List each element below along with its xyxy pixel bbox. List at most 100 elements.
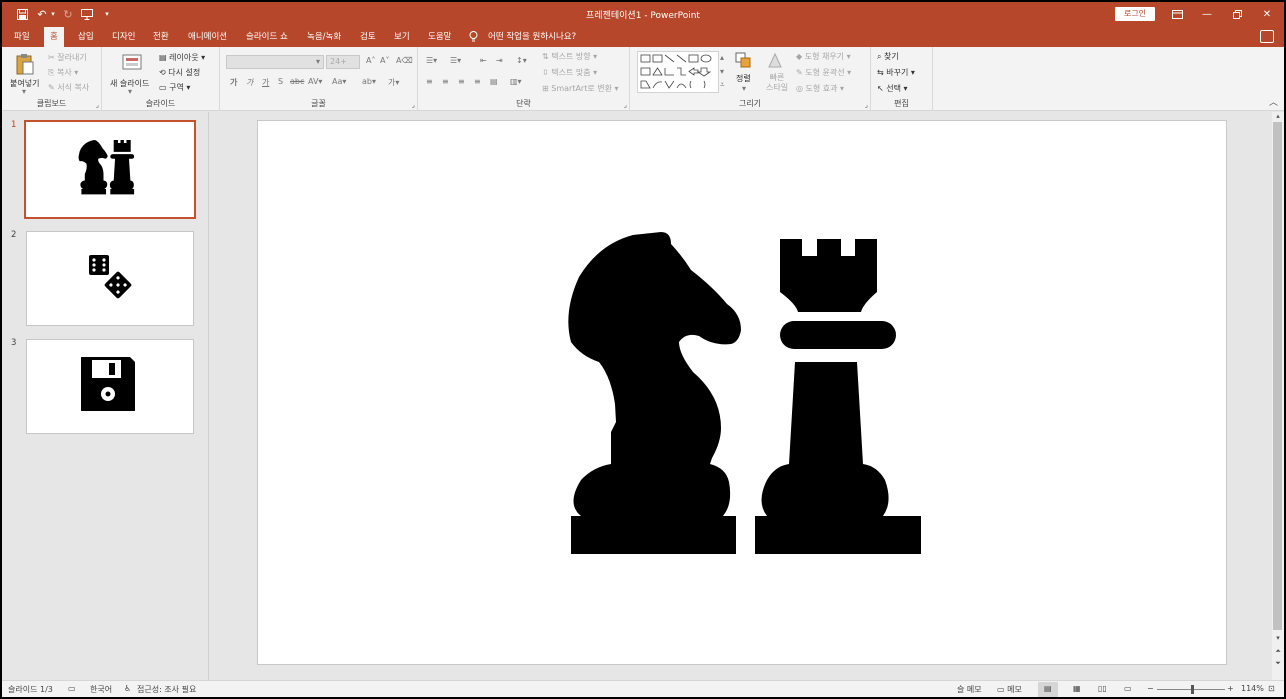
smartart-button[interactable]: ⊞ SmartArt로 변환 ▾ (542, 83, 619, 94)
tab-recording[interactable]: 녹음/녹화 (307, 27, 341, 47)
align-left-icon[interactable]: ≡ (426, 77, 433, 86)
select-button[interactable]: ↖ 선택 ▾ (877, 83, 908, 94)
font-launcher-icon[interactable]: ⌟ (412, 101, 415, 109)
slide-thumbnail-1[interactable] (24, 120, 196, 219)
normal-view-icon[interactable]: ▤ (1038, 682, 1058, 697)
tab-transitions[interactable]: 전환 (153, 27, 169, 47)
cut-button[interactable]: ✂ 잘라내기 (48, 52, 87, 63)
close-icon[interactable]: ✕ (1252, 2, 1282, 27)
previous-slide-icon[interactable]: ⏶ (1273, 647, 1283, 656)
tab-view[interactable]: 보기 (394, 27, 410, 47)
paste-button[interactable]: 붙여넣기 ▾ (8, 51, 40, 97)
shapes-scroll-down-icon[interactable]: ▾ (720, 67, 724, 76)
shapes-gallery[interactable] (637, 51, 719, 93)
comments-button[interactable]: ▭ 메모 (997, 684, 1022, 695)
zoom-out-icon[interactable]: − (1147, 684, 1154, 693)
slide-show-icon[interactable]: ▭ (1124, 684, 1132, 693)
arrange-button[interactable]: 정렬 ▾ (732, 51, 758, 97)
restore-icon[interactable] (1222, 2, 1252, 27)
shape-fill-button[interactable]: ◆ 도형 채우기 ▾ (796, 51, 851, 62)
accessibility-icon[interactable]: ♿ (124, 684, 131, 693)
text-direction-button[interactable]: ⇅ 텍스트 방향 ▾ (542, 51, 597, 62)
align-right-icon[interactable]: ≡ (458, 77, 465, 86)
zoom-in-icon[interactable]: + (1227, 684, 1234, 693)
strikethrough-icon[interactable]: abc (290, 77, 304, 86)
zoom-slider-handle[interactable] (1191, 685, 1194, 694)
shapes-scroll-up-icon[interactable]: ▴ (720, 53, 724, 62)
decrease-indent-icon[interactable]: ⇤ (480, 56, 487, 65)
tell-me-search[interactable]: 어떤 작업을 원하시나요? (488, 27, 576, 47)
tab-help[interactable]: 도움말 (428, 27, 451, 47)
chess-knight-rook-icon[interactable] (258, 121, 1228, 666)
scrollbar-thumb[interactable] (1273, 122, 1282, 630)
scroll-down-icon[interactable]: ▾ (1273, 634, 1283, 642)
slide-sorter-icon[interactable]: ▦ (1073, 684, 1081, 693)
tab-file[interactable]: 파일 (14, 27, 30, 47)
increase-indent-icon[interactable]: ⇥ (496, 56, 503, 65)
font-size-combo[interactable]: 24+ (326, 55, 360, 69)
slide-thumbnail-2[interactable] (26, 231, 194, 326)
bold-icon[interactable]: 가 (230, 77, 237, 88)
drawing-launcher-icon[interactable]: ⌟ (865, 101, 868, 109)
tab-home[interactable]: 홈 (44, 27, 64, 47)
slide-thumbnail-3[interactable] (26, 339, 194, 434)
format-painter-button[interactable]: ✎ 서식 복사 (48, 82, 89, 93)
paste-dropdown-icon: ▾ (22, 87, 27, 96)
tab-design[interactable]: 디자인 (112, 27, 135, 47)
tab-animations[interactable]: 애니메이션 (188, 27, 227, 47)
zoom-level[interactable]: 114% (1241, 684, 1264, 693)
login-button[interactable]: 로그인 (1115, 7, 1155, 21)
scroll-up-icon[interactable]: ▴ (1273, 112, 1283, 120)
spell-check-icon[interactable]: ▭ (68, 684, 76, 693)
align-center-icon[interactable]: ≡ (442, 77, 449, 86)
underline-icon[interactable]: 가 (262, 77, 269, 88)
columns-icon[interactable]: ▥▾ (510, 77, 522, 86)
accessibility-status[interactable]: 접근성: 조사 필요 (137, 684, 196, 695)
align-text-button[interactable]: ⇳ 텍스트 맞춤 ▾ (542, 67, 597, 78)
tab-slide-show[interactable]: 슬라이드 쇼 (246, 27, 288, 47)
reset-button[interactable]: ⟲ 다시 설정 (159, 67, 200, 78)
find-button[interactable]: ⌕ 찾기 (877, 51, 899, 62)
shadow-icon[interactable]: S (278, 77, 283, 86)
ribbon-display-options-icon[interactable] (1162, 2, 1192, 27)
slide-canvas[interactable] (257, 120, 1227, 665)
replace-label: 바꾸기 (886, 68, 909, 77)
decrease-font-icon[interactable]: A˅ (380, 56, 389, 65)
increase-font-icon[interactable]: A˄ (366, 56, 375, 65)
clipboard-launcher-icon[interactable]: ⌟ (96, 101, 99, 109)
justify-icon[interactable]: ≡ (474, 77, 481, 86)
collapse-ribbon-icon[interactable]: ︿ (1269, 95, 1278, 108)
reading-view-icon[interactable]: ▯▯ (1098, 684, 1107, 693)
comments-icon[interactable] (1260, 30, 1274, 43)
italic-icon[interactable]: 가 (246, 77, 253, 88)
new-slide-button[interactable]: 새 슬라이드 ▾ (108, 51, 156, 97)
shape-effects-button[interactable]: ◎ 도형 효과 ▾ (796, 83, 844, 94)
minimize-icon[interactable]: — (1192, 2, 1222, 27)
bullets-icon[interactable]: ☰▾ (426, 56, 437, 65)
distributed-icon[interactable]: ▤ (490, 77, 498, 86)
copy-button[interactable]: ⎘ 복사 ▾ (48, 67, 78, 78)
vertical-scrollbar[interactable]: ▴ ▾ ⏶ ⏷ (1272, 112, 1284, 680)
tab-review[interactable]: 검토 (360, 27, 376, 47)
quick-styles-button[interactable]: 빠른 스타일 (760, 51, 790, 97)
layout-button[interactable]: ▤ 레이아웃 ▾ (159, 52, 205, 63)
section-button[interactable]: ▭ 구역 ▾ (159, 82, 190, 93)
next-slide-icon[interactable]: ⏷ (1273, 659, 1283, 668)
slide-number: 3 (11, 338, 17, 348)
tab-insert[interactable]: 삽입 (78, 27, 94, 47)
shape-outline-button[interactable]: ✎ 도형 윤곽선 ▾ (796, 67, 851, 78)
paragraph-launcher-icon[interactable]: ⌟ (624, 101, 627, 109)
character-spacing-icon[interactable]: AV▾ (308, 77, 322, 86)
highlight-icon[interactable]: ab▾ (362, 77, 376, 86)
shapes-more-icon[interactable]: ⩡ (720, 80, 725, 90)
fit-to-window-icon[interactable]: ⊡ (1268, 684, 1275, 693)
line-spacing-icon[interactable]: ↕▾ (516, 56, 527, 65)
font-color-icon[interactable]: 가▾ (388, 77, 399, 88)
replace-button[interactable]: ⇆ 바꾸기 ▾ (877, 67, 915, 78)
notes-button[interactable]: 슬 메모 (957, 684, 982, 695)
language[interactable]: 한국어 (90, 684, 112, 695)
change-case-icon[interactable]: Aa▾ (332, 77, 346, 86)
numbering-icon[interactable]: ☰▾ (450, 56, 461, 65)
font-name-combo[interactable] (226, 55, 324, 69)
clear-formatting-icon[interactable]: A⌫ (396, 56, 413, 65)
